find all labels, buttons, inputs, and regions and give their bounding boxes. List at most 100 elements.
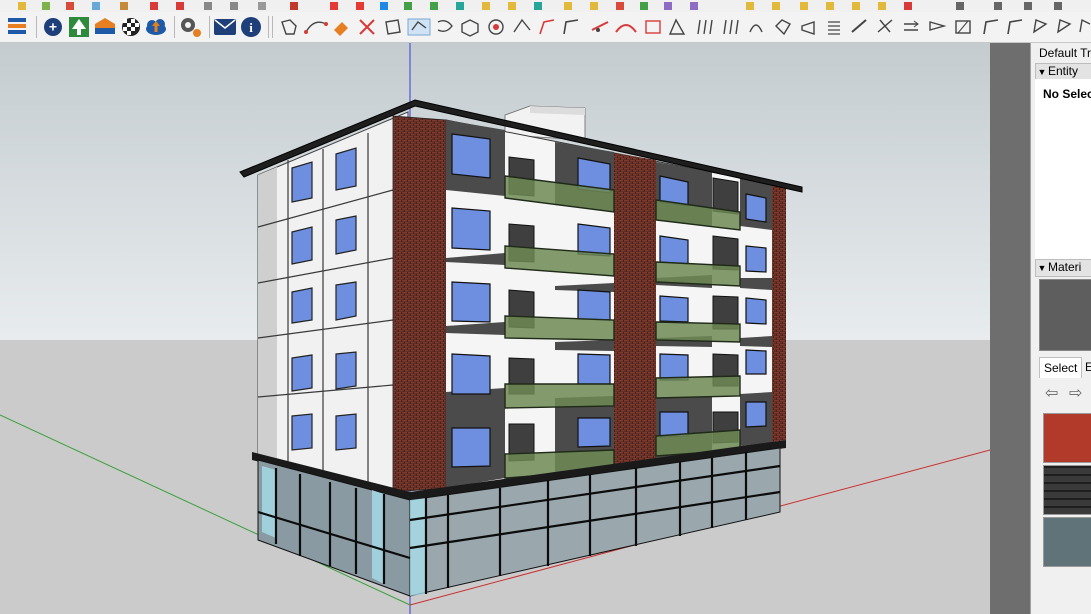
tool-21-icon[interactable] — [801, 21, 815, 35]
tool-25-icon[interactable] — [904, 20, 919, 31]
diamond-icon[interactable] — [430, 2, 438, 10]
tool-12-icon[interactable] — [563, 19, 579, 35]
component-icon[interactable] — [508, 2, 516, 10]
gear-icon[interactable] — [181, 18, 201, 37]
close-icon[interactable] — [904, 2, 912, 10]
shape-icon[interactable] — [616, 2, 624, 10]
toolbar-separator — [36, 16, 37, 38]
window-icon[interactable] — [1054, 2, 1062, 10]
tool-3-icon[interactable] — [334, 22, 348, 36]
svg-text:+: + — [49, 19, 57, 35]
add-icon[interactable] — [356, 2, 364, 10]
main-toolbar: + i — [0, 12, 1091, 43]
pencil-icon[interactable] — [18, 2, 26, 10]
svg-text:i: i — [249, 20, 253, 35]
tool-29-icon[interactable] — [1007, 19, 1023, 35]
toolbar-separator — [268, 16, 269, 38]
main-toolbar-icons: + i — [8, 16, 1091, 38]
tool-32-icon[interactable] — [1079, 18, 1091, 33]
tool-13-icon[interactable] — [591, 21, 609, 32]
star-icon[interactable] — [772, 2, 780, 10]
materials-header[interactable]: ▼ Materi — [1035, 259, 1091, 277]
tab-select[interactable]: Select — [1039, 357, 1083, 378]
tool-30-icon[interactable] — [1033, 19, 1048, 34]
tool-22-icon[interactable] — [828, 21, 840, 35]
tool-26-icon[interactable] — [929, 21, 947, 31]
material-swatch-red[interactable] — [1043, 413, 1091, 463]
shape-icon[interactable] — [640, 2, 648, 10]
tree-icon[interactable] — [69, 17, 89, 37]
tool-15-icon[interactable] — [645, 20, 661, 34]
toolbar-separator — [174, 16, 175, 38]
tool-23-icon[interactable] — [851, 19, 867, 33]
link-icon[interactable] — [204, 2, 212, 10]
star-icon[interactable] — [852, 2, 860, 10]
tool-17-icon[interactable] — [697, 19, 713, 35]
tool-11-icon[interactable] — [539, 19, 555, 35]
pin-icon[interactable] — [258, 2, 266, 10]
warehouse-icon[interactable] — [95, 18, 115, 34]
layers-icon[interactable] — [8, 18, 26, 34]
shape-icon[interactable] — [664, 2, 672, 10]
tool-18-icon[interactable] — [723, 19, 739, 35]
flag-icon[interactable] — [176, 2, 184, 10]
star-icon[interactable] — [878, 2, 886, 10]
file-icon[interactable] — [120, 2, 128, 10]
tool-10-icon[interactable] — [513, 18, 531, 33]
forward-arrow-icon[interactable]: ⇨ — [1069, 383, 1082, 403]
tool-24-icon[interactable] — [877, 19, 893, 33]
component-icon[interactable] — [456, 2, 464, 10]
tool-icon[interactable] — [230, 2, 238, 10]
grid-icon[interactable] — [690, 2, 698, 10]
window-icon[interactable] — [1024, 2, 1032, 10]
pin-icon[interactable] — [290, 2, 298, 10]
window-icon[interactable] — [956, 2, 964, 10]
add-circle-icon[interactable]: + — [44, 18, 62, 36]
material-swatch-stone[interactable] — [1043, 517, 1091, 567]
window-icon[interactable] — [994, 2, 1002, 10]
building-model — [239, 99, 803, 597]
star-icon[interactable] — [800, 2, 808, 10]
checker-icon[interactable] — [122, 18, 140, 36]
tool-9-icon[interactable] — [488, 19, 504, 35]
component-icon[interactable] — [590, 2, 598, 10]
material-preview — [1039, 279, 1091, 351]
materials-label: Materi — [1048, 260, 1082, 274]
tool-14-icon[interactable] — [615, 24, 637, 33]
tool-4-icon[interactable] — [359, 19, 375, 35]
cube-icon[interactable] — [404, 2, 412, 10]
default-tray: Default Tra ▼Entity No Selec ▼Materi Sel… — [1030, 43, 1091, 614]
tool-2-icon[interactable] — [304, 21, 328, 34]
info-icon[interactable]: i — [241, 17, 261, 37]
component-icon[interactable] — [564, 2, 572, 10]
pencil-icon[interactable] — [42, 2, 50, 10]
flag-icon[interactable] — [150, 2, 158, 10]
material-swatch-shingles[interactable] — [1043, 465, 1091, 515]
tray-title: Default Tra — [1039, 46, 1091, 60]
tool-28-icon[interactable] — [983, 19, 999, 35]
star-icon[interactable] — [826, 2, 834, 10]
tool-16-icon[interactable] — [668, 18, 686, 35]
tab-edit[interactable]: Ed — [1081, 357, 1091, 377]
star-icon[interactable] — [746, 2, 754, 10]
arrow-icon[interactable] — [380, 2, 388, 10]
tool-6-icon[interactable] — [407, 18, 431, 36]
tool-5-icon[interactable] — [385, 19, 401, 35]
tool-7-icon[interactable] — [437, 19, 453, 33]
tool-1-icon[interactable] — [281, 19, 297, 35]
tool-8-icon[interactable] — [461, 19, 479, 37]
tool-20-icon[interactable] — [775, 19, 791, 36]
mail-icon[interactable] — [214, 19, 236, 35]
tool-19-icon[interactable] — [749, 24, 763, 33]
component-icon[interactable] — [482, 2, 490, 10]
add-icon[interactable] — [330, 2, 338, 10]
tool-31-icon[interactable] — [1057, 19, 1072, 34]
component-icon[interactable] — [534, 2, 542, 10]
pencil-icon[interactable] — [66, 2, 74, 10]
3d-viewport[interactable] — [0, 43, 990, 614]
pencil-icon[interactable] — [92, 2, 100, 10]
back-arrow-icon[interactable]: ⇦ — [1045, 383, 1058, 403]
cloud-upload-icon[interactable] — [146, 19, 166, 35]
tool-27-icon[interactable] — [955, 20, 971, 34]
collapse-arrow-icon: ▼ — [1037, 263, 1047, 273]
